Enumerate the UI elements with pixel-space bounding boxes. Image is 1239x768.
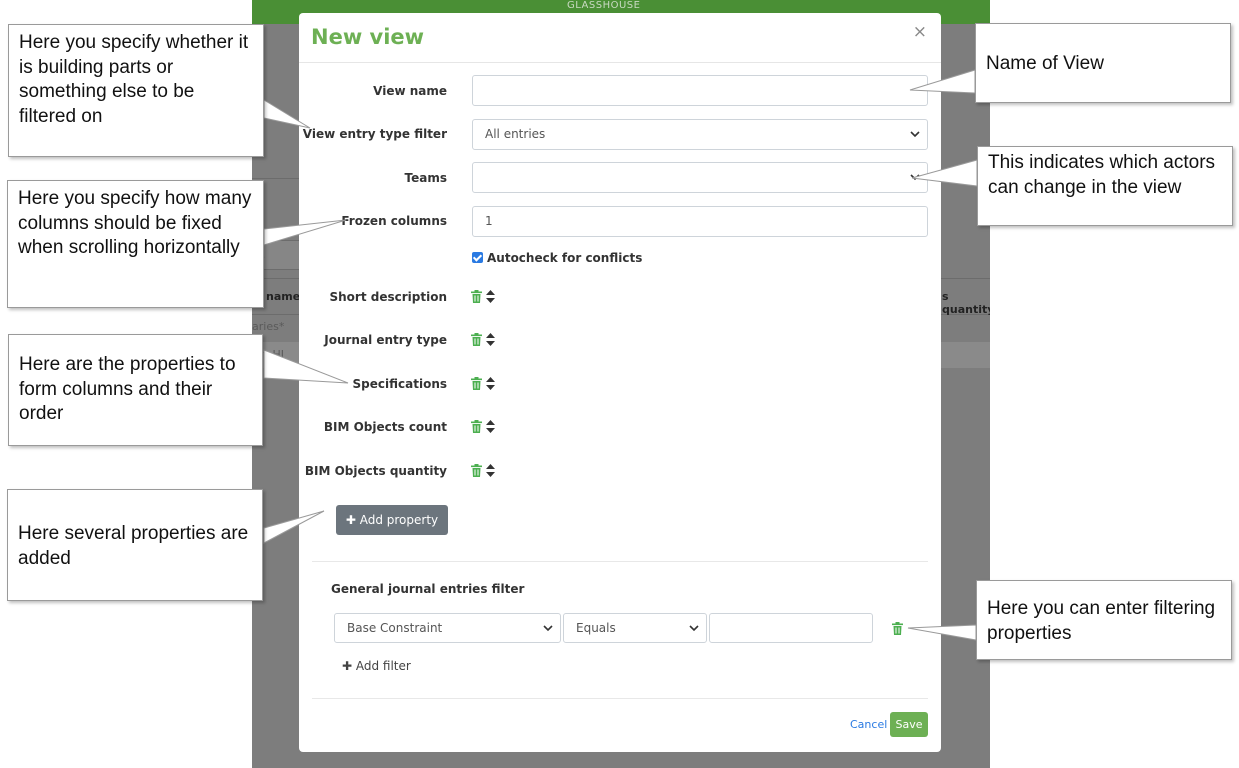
section-divider	[312, 698, 928, 699]
trash-icon[interactable]	[471, 333, 482, 346]
chevron-down-icon	[910, 174, 920, 181]
property-actions	[471, 290, 501, 304]
property-label: BIM Objects count	[323, 420, 447, 434]
sort-icon[interactable]	[486, 333, 495, 346]
trash-icon[interactable]	[471, 420, 482, 433]
add-filter-button[interactable]: ✚ Add filter	[342, 659, 411, 673]
property-actions	[471, 464, 501, 478]
entry-type-value: All entries	[485, 127, 546, 141]
autocheck-checkbox[interactable]: Autocheck for conflicts	[472, 251, 642, 265]
property-actions	[471, 333, 501, 347]
filter-operator-select[interactable]: Equals	[563, 613, 707, 643]
callout-filter: Here you can enter filtering properties	[976, 580, 1232, 660]
chevron-down-icon	[689, 625, 699, 632]
callout-properties: Here are the properties to form columns …	[8, 334, 263, 446]
bg-column-header: name	[266, 290, 301, 303]
bg-cell: aries*	[252, 320, 285, 333]
entry-type-label: View entry type filter	[302, 127, 447, 141]
property-actions	[471, 377, 501, 391]
frozen-columns-input[interactable]: 1	[472, 206, 928, 237]
brand-logo: GLASSHOUSE	[567, 0, 641, 11]
property-label: Journal entry type	[324, 333, 447, 347]
trash-icon[interactable]	[892, 622, 903, 635]
sort-icon[interactable]	[486, 290, 495, 303]
new-view-modal: New view × View name View entry type fil…	[299, 13, 941, 752]
callout-frozen-columns: Here you specify how many columns should…	[7, 180, 264, 308]
filter-section-title: General journal entries filter	[331, 582, 525, 596]
teams-label: Teams	[404, 171, 447, 185]
trash-icon[interactable]	[471, 377, 482, 390]
filter-value-input[interactable]	[709, 613, 873, 643]
checkbox-checked-icon[interactable]	[472, 252, 483, 263]
property-label: BIM Objects quantity	[304, 464, 447, 478]
add-property-button[interactable]: ✚ Add property	[336, 505, 448, 535]
entry-type-select[interactable]: All entries	[472, 119, 928, 150]
callout-building-parts: Here you specify whether it is building …	[8, 24, 264, 157]
view-name-input[interactable]	[472, 75, 928, 106]
cancel-button[interactable]: Cancel	[850, 718, 887, 731]
callout-view-name: Name of View	[975, 23, 1231, 103]
sort-icon[interactable]	[486, 377, 495, 390]
bg-column-header: s quantity	[942, 290, 990, 316]
property-label: Specifications	[352, 377, 447, 391]
modal-header: New view ×	[299, 13, 941, 63]
sort-icon[interactable]	[486, 464, 495, 477]
view-name-label: View name	[373, 84, 447, 98]
property-label: Short description	[329, 290, 447, 304]
save-button[interactable]: Save	[890, 712, 928, 737]
teams-select[interactable]	[472, 162, 928, 193]
callout-add-property: Here several properties are added	[7, 489, 263, 601]
filter-property-value: Base Constraint	[347, 621, 443, 635]
section-divider	[312, 561, 928, 562]
filter-operator-value: Equals	[576, 621, 616, 635]
trash-icon[interactable]	[471, 464, 482, 477]
modal-title: New view	[311, 25, 425, 49]
callout-teams: This indicates which actors can change i…	[977, 146, 1233, 226]
close-icon[interactable]: ×	[913, 22, 927, 42]
chevron-down-icon	[910, 131, 920, 138]
sort-icon[interactable]	[486, 420, 495, 433]
autocheck-label: Autocheck for conflicts	[487, 251, 643, 265]
trash-icon[interactable]	[471, 290, 482, 303]
frozen-columns-label: Frozen columns	[341, 214, 447, 228]
filter-property-select[interactable]: Base Constraint	[334, 613, 561, 643]
property-actions	[471, 420, 501, 434]
chevron-down-icon	[543, 625, 553, 632]
